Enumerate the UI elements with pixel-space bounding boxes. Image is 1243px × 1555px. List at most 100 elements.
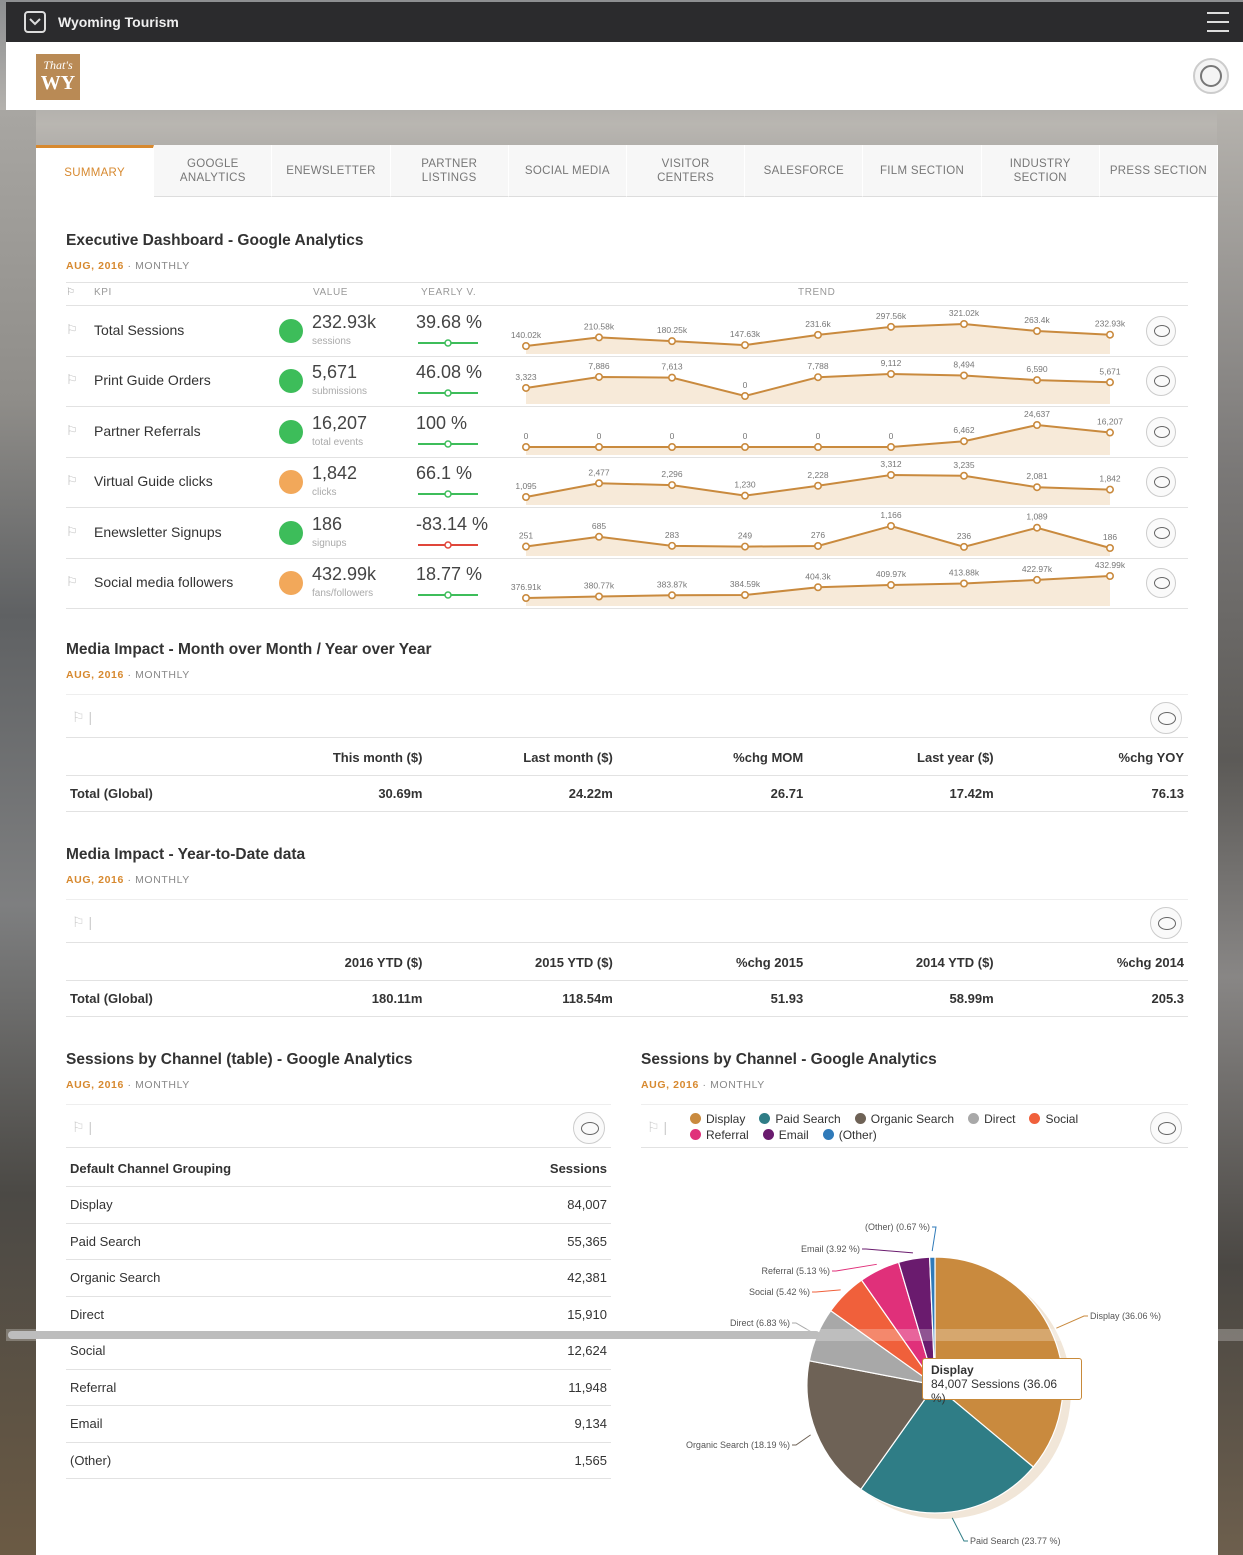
trend-point[interactable] <box>741 392 750 401</box>
tab-salesforce[interactable]: SALESFORCE <box>745 145 864 197</box>
tab-visitor-centers[interactable]: VISITOR CENTERS <box>627 145 746 197</box>
comment-icon[interactable] <box>1150 907 1182 939</box>
flag-icon[interactable]: ⚐ <box>66 574 78 590</box>
comment-icon[interactable] <box>1146 316 1176 346</box>
trend-point[interactable] <box>521 384 530 393</box>
trend-point[interactable] <box>521 442 530 451</box>
tab-google-analytics[interactable]: GOOGLE ANALYTICS <box>154 145 273 197</box>
trend-point[interactable] <box>595 479 604 488</box>
kpi-name[interactable]: Partner Referrals <box>94 423 201 439</box>
trend-point[interactable] <box>1105 330 1114 339</box>
legend-item[interactable]: Direct <box>968 1111 1015 1127</box>
trend-point[interactable] <box>668 374 677 383</box>
legend-item[interactable]: (Other) <box>822 1127 877 1143</box>
legend-item[interactable]: Email <box>762 1127 809 1143</box>
trend-point[interactable] <box>668 481 677 490</box>
trend-point[interactable] <box>741 542 750 551</box>
trend-point[interactable] <box>741 590 750 599</box>
tab-partner-listings[interactable]: PARTNER LISTINGS <box>390 145 509 197</box>
logo[interactable]: That's WY <box>36 54 80 100</box>
trend-point[interactable] <box>959 542 968 551</box>
kpi-row[interactable]: ⚐ Social media followers 432.99k fans/follo… <box>66 558 1188 608</box>
trend-point[interactable] <box>959 320 968 329</box>
trend-point[interactable] <box>1105 543 1114 552</box>
comment-icon[interactable] <box>1146 416 1176 447</box>
flag-icon[interactable]: ⚐ <box>66 372 78 388</box>
kpi-name[interactable]: Enewsletter Signups <box>94 524 222 540</box>
trend-point[interactable] <box>1032 523 1041 532</box>
trend-point[interactable] <box>886 581 895 590</box>
trend-point[interactable] <box>668 591 677 600</box>
trend-point[interactable] <box>521 341 530 350</box>
trend-point[interactable] <box>668 541 677 550</box>
trend-point[interactable] <box>521 542 530 551</box>
trend-point[interactable] <box>741 491 750 500</box>
trend-point[interactable] <box>1032 376 1041 385</box>
flag-icon[interactable]: ⚐ <box>66 473 78 489</box>
horizontal-scrollbar[interactable] <box>8 1331 820 1339</box>
trend-point[interactable] <box>595 532 604 541</box>
tab-summary[interactable]: SUMMARY <box>36 145 155 197</box>
comment-icon[interactable] <box>1146 517 1176 548</box>
trend-point[interactable] <box>1032 483 1041 492</box>
legend-item[interactable]: Paid Search <box>759 1111 841 1127</box>
legend-item[interactable]: Display <box>690 1111 745 1127</box>
tab-press-section[interactable]: PRESS SECTION <box>1099 145 1219 197</box>
trend-point[interactable] <box>1032 420 1041 429</box>
trend-point[interactable] <box>886 370 895 379</box>
trend-point[interactable] <box>741 341 750 350</box>
trend-point[interactable] <box>595 333 604 342</box>
trend-point[interactable] <box>886 442 895 451</box>
kpi-name[interactable]: Print Guide Orders <box>94 372 211 388</box>
trend-point[interactable] <box>1032 327 1041 336</box>
comment-icon[interactable] <box>1146 467 1176 498</box>
trend-point[interactable] <box>886 521 895 530</box>
trend-point[interactable] <box>668 337 677 346</box>
flag-icon[interactable]: ⚐ <box>66 524 78 540</box>
trend-point[interactable] <box>1105 428 1114 437</box>
comment-icon[interactable] <box>1146 366 1176 397</box>
trend-point[interactable] <box>813 330 822 339</box>
legend-item[interactable]: Social <box>1029 1111 1078 1127</box>
trend-point[interactable] <box>595 442 604 451</box>
trend-point[interactable] <box>959 437 968 446</box>
trend-point[interactable] <box>1105 378 1114 387</box>
flag-icon[interactable]: ⚐ <box>66 322 78 338</box>
trend-point[interactable] <box>1105 485 1114 494</box>
dropdown-toggle[interactable] <box>24 11 46 33</box>
trend-point[interactable] <box>813 583 822 592</box>
kpi-row[interactable]: ⚐ Partner Referrals 16,207 total events 100 … <box>66 407 1188 457</box>
trend-point[interactable] <box>668 442 677 451</box>
trend-point[interactable] <box>959 371 968 380</box>
trend-point[interactable] <box>813 541 822 550</box>
trend-point[interactable] <box>595 592 604 601</box>
tab-enewsletter[interactable]: ENEWSLETTER <box>272 145 391 197</box>
trend-point[interactable] <box>813 442 822 451</box>
kpi-row[interactable]: ⚐ Virtual Guide clicks 1,842 clicks 66.1 % 1,… <box>66 457 1188 507</box>
kpi-row[interactable]: ⚐ Enewsletter Signups 186 signups -83.14 % 25… <box>66 508 1188 558</box>
trend-point[interactable] <box>521 593 530 602</box>
kpi-row[interactable]: ⚐ Total Sessions 232.93k sessions 39.68 % 140… <box>66 306 1188 356</box>
comment-icon[interactable] <box>573 1112 605 1144</box>
kpi-name[interactable]: Total Sessions <box>94 322 184 338</box>
comment-icon[interactable] <box>1150 1112 1182 1144</box>
trend-point[interactable] <box>1105 572 1114 581</box>
trend-point[interactable] <box>813 373 822 382</box>
kpi-name[interactable]: Virtual Guide clicks <box>94 473 213 489</box>
comment-icon[interactable] <box>1150 702 1182 734</box>
kpi-row[interactable]: ⚐ Print Guide Orders 5,671 submissions 46.08… <box>66 356 1188 406</box>
flag-icon[interactable]: ⚐ | <box>72 1119 92 1136</box>
trend-point[interactable] <box>959 471 968 480</box>
tab-industry-section[interactable]: INDUSTRY SECTION <box>981 145 1100 197</box>
trend-point[interactable] <box>595 373 604 382</box>
flag-icon[interactable]: ⚐ | <box>72 914 92 931</box>
hamburger-menu-icon[interactable] <box>1207 12 1229 32</box>
comment-icon[interactable] <box>1146 568 1176 598</box>
trend-point[interactable] <box>813 481 822 490</box>
trend-point[interactable] <box>741 442 750 451</box>
flag-icon[interactable]: ⚐ | <box>647 1119 667 1136</box>
legend-item[interactable]: Referral <box>690 1127 749 1143</box>
flag-icon[interactable]: ⚐ <box>66 423 78 439</box>
kpi-name[interactable]: Social media followers <box>94 574 233 590</box>
tab-social-media[interactable]: SOCIAL MEDIA <box>508 145 628 197</box>
